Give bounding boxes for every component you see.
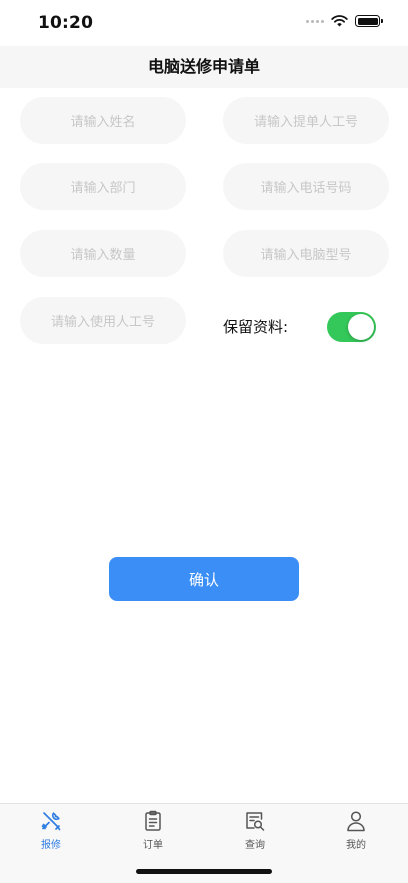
department-input[interactable]: 请输入部门: [20, 163, 186, 210]
clipboard-icon: [145, 810, 161, 831]
page-title: 电脑送修申请单: [147, 57, 260, 76]
tab-mine[interactable]: 我的: [316, 810, 396, 851]
quantity-input[interactable]: 请输入数量: [20, 230, 186, 277]
wifi-icon: [331, 15, 348, 27]
keep-info-label: 保留资料:: [223, 318, 289, 336]
status-time: 10:20: [38, 13, 94, 33]
tab-query[interactable]: 查询: [215, 810, 295, 851]
tab-repair-label: 报修: [41, 840, 61, 851]
submitter-id-placeholder: 请输入提单人工号: [253, 115, 358, 130]
status-bar: 10:20: [0, 0, 408, 46]
name-placeholder: 请输入姓名: [70, 115, 136, 130]
person-icon: [347, 811, 365, 832]
home-indicator: [136, 869, 272, 874]
quantity-placeholder: 请输入数量: [70, 248, 136, 263]
battery-icon: [355, 15, 383, 27]
phone-placeholder: 请输入电话号码: [260, 181, 352, 196]
computer-model-input[interactable]: 请输入电脑型号: [223, 230, 389, 277]
submitter-id-input[interactable]: 请输入提单人工号: [223, 97, 389, 144]
keep-info-toggle[interactable]: [327, 312, 376, 342]
phone-input[interactable]: 请输入电话号码: [223, 163, 389, 210]
confirm-button[interactable]: 确认: [109, 557, 299, 601]
tools-icon: [41, 812, 61, 831]
cellular-signal-icon: [306, 19, 324, 23]
user-id-placeholder: 请输入使用人工号: [50, 315, 155, 330]
tab-orders[interactable]: 订单: [113, 810, 193, 851]
tab-mine-label: 我的: [346, 840, 366, 851]
name-input[interactable]: 请输入姓名: [20, 97, 186, 144]
tab-repair[interactable]: 报修: [11, 810, 91, 851]
department-placeholder: 请输入部门: [70, 181, 136, 196]
search-doc-icon: [246, 812, 265, 831]
tab-orders-label: 订单: [143, 840, 163, 851]
toggle-knob: [348, 314, 374, 340]
tab-query-label: 查询: [245, 840, 265, 851]
computer-model-placeholder: 请输入电脑型号: [260, 248, 352, 263]
nav-bar: 电脑送修申请单: [0, 46, 408, 88]
status-icons: [306, 15, 383, 27]
user-id-input[interactable]: 请输入使用人工号: [20, 297, 186, 344]
